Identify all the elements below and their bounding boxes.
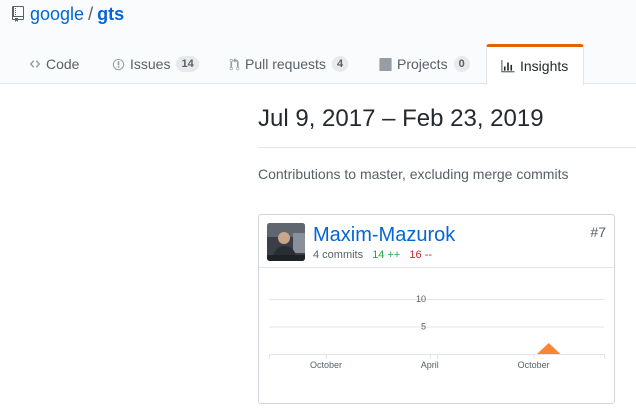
contributor-rank: #7 [590,224,606,240]
chart-y-tick-label: 5 [421,322,426,332]
tab-insights[interactable]: Insights [486,44,584,85]
tab-projects[interactable]: Projects 0 [379,44,470,84]
repo-title: google / gts [12,3,124,27]
commits-link[interactable]: 4 commits [313,249,363,261]
chart-x-tick-label: October [518,360,550,370]
pull-request-icon [229,57,240,71]
tab-pull-requests[interactable]: Pull requests 4 [229,44,349,84]
repo-separator: / [88,4,94,24]
graph-icon [501,59,515,73]
issue-icon [112,58,125,71]
chart-x-tick-label: October [310,360,342,370]
contributor-card-header: Maxim-Mazurok 4 commits 14 ++ 16 -- #7 [259,215,614,268]
pull-requests-count-badge: 4 [331,56,349,72]
additions-count: 14 ++ [372,249,401,261]
repo-header: google / gts Code Issues 14 Pull requests … [0,0,636,85]
tab-pull-requests-label: Pull requests [245,56,326,72]
contributor-activity-chart: 5 10 October April October [269,294,605,370]
tab-insights-label: Insights [520,58,569,74]
projects-count-badge: 0 [453,56,470,72]
issues-count-badge: 14 [176,56,199,72]
tab-issues[interactable]: Issues 14 [112,44,199,84]
code-icon [29,58,41,70]
chart-x-tick-label: April [421,360,439,370]
tab-code[interactable]: Code [29,44,79,84]
deletions-count: 16 -- [409,249,433,261]
title-divider [258,147,636,148]
project-icon [379,57,392,71]
repo-icon [12,5,24,27]
chart-commit-area [269,343,604,354]
repo-owner-link[interactable]: google [30,4,84,24]
tab-issues-label: Issues [130,56,171,72]
avatar[interactable] [267,223,305,261]
contributor-stats: 4 commits 14 ++ 16 -- [313,249,432,261]
contributor-card: Maxim-Mazurok 4 commits 14 ++ 16 -- #7 5… [258,214,615,404]
contributor-name-link[interactable]: Maxim-Mazurok [313,224,455,247]
repo-nav-tabs: Code Issues 14 Pull requests 4 Projects … [0,44,636,85]
tab-code-label: Code [46,56,80,72]
chart-y-tick-label: 10 [416,294,426,304]
contributions-subtitle: Contributions to master, excluding merge… [258,166,569,182]
tab-projects-label: Projects [397,56,448,72]
date-range-title: Jul 9, 2017 – Feb 23, 2019 [258,105,544,132]
repo-name-link[interactable]: gts [97,4,124,24]
